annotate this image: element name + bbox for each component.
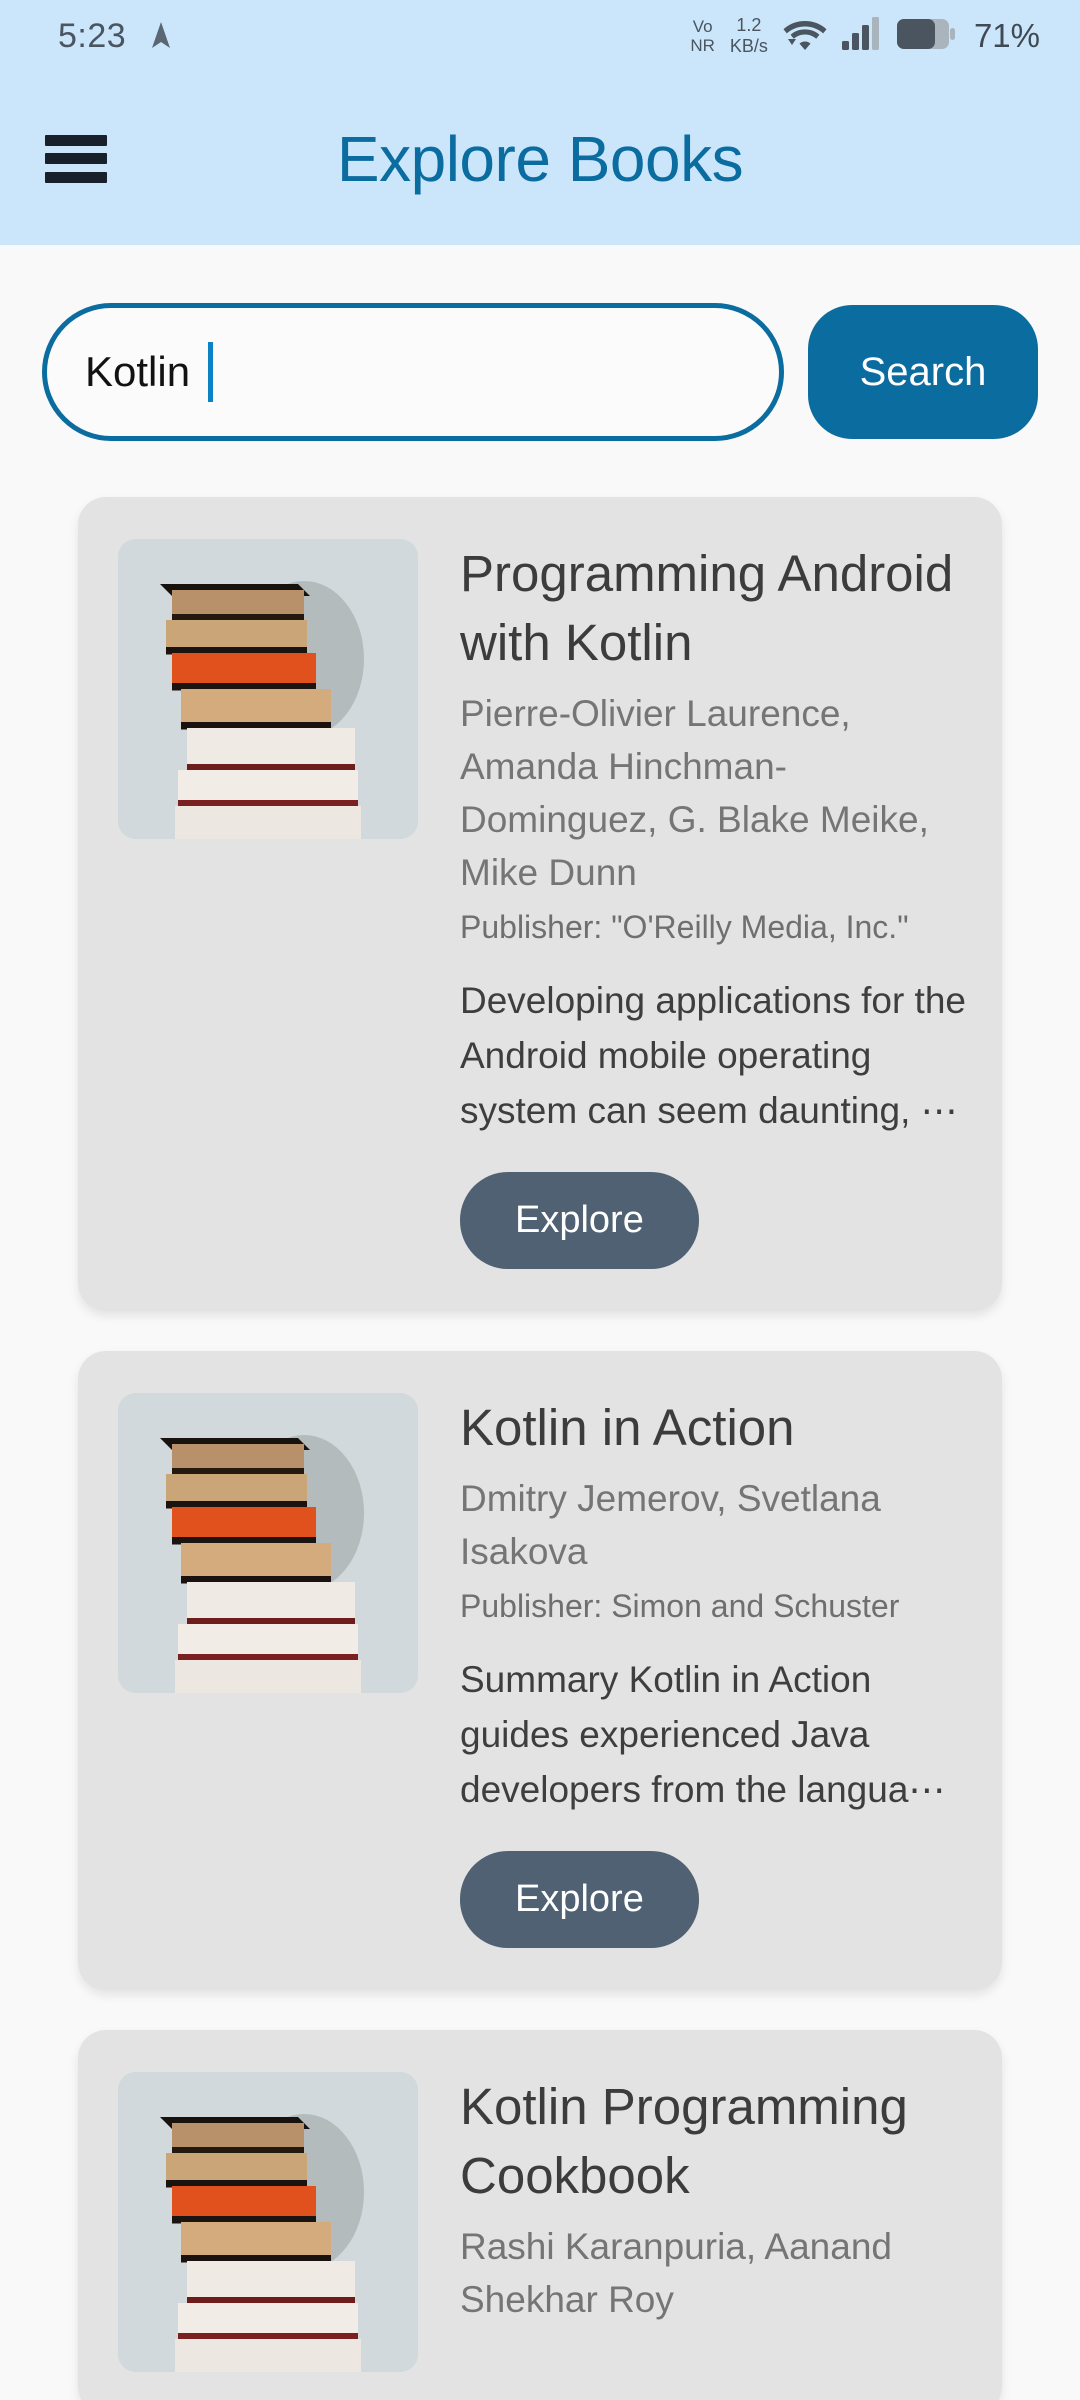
book-authors: Pierre-Olivier Laurence, Amanda Hinchman…: [460, 693, 929, 893]
search-row: Kotlin Search: [0, 245, 1080, 441]
book-title: Kotlin in Action: [460, 1399, 795, 1456]
book-publisher: Publisher: Simon and Schuster: [460, 1588, 900, 1624]
book-info: Kotlin Programming Cookbook Rashi Karanp…: [460, 2072, 1002, 2372]
book-description: Developing applications for the Android …: [460, 980, 966, 1131]
book-stack-image: [118, 2072, 418, 2372]
book-info: Kotlin in Action Dmitry Jemerov, Svetlan…: [460, 1393, 1002, 1948]
book-info: Programming Android with Kotlin Pierre-O…: [460, 539, 1002, 1269]
hamburger-menu-icon[interactable]: [45, 134, 107, 183]
search-button[interactable]: Search: [808, 305, 1038, 439]
cellular-signal-icon: [841, 17, 882, 55]
book-publisher: Publisher: "O'Reilly Media, Inc.": [460, 909, 909, 945]
battery-percent: 71%: [973, 17, 1040, 54]
data-rate-value: 1.2: [736, 15, 762, 35]
book-results-list: Programming Android with Kotlin Pierre-O…: [0, 441, 1080, 2400]
vonr-line1: Vo: [692, 17, 713, 36]
explore-button[interactable]: Explore: [460, 1851, 699, 1948]
book-authors: Rashi Karanpuria, Aanand Shekhar Roy: [460, 2226, 892, 2320]
hamburger-bar-2: [45, 153, 107, 164]
explore-button[interactable]: Explore: [460, 1172, 699, 1269]
page-title: Explore Books: [336, 122, 744, 195]
search-input-value: Kotlin: [85, 348, 191, 395]
data-rate-indicator: 1.2 KB/s: [730, 15, 768, 57]
battery-icon: [896, 18, 955, 54]
book-title: Programming Android with Kotlin: [460, 545, 954, 671]
status-bar-left: 5:23: [58, 17, 174, 56]
book-card[interactable]: Programming Android with Kotlin Pierre-O…: [78, 497, 1002, 1311]
app-bar: Explore Books: [0, 72, 1080, 245]
hamburger-bar-1: [45, 134, 107, 146]
book-stack-image: [118, 539, 418, 839]
wifi-icon: [783, 17, 827, 55]
book-description: Summary Kotlin in Action guides experien…: [460, 1659, 946, 1810]
hamburger-bar-3: [45, 171, 107, 183]
vonr-indicator: Vo NR: [690, 17, 715, 55]
status-bar: 5:23 Vo NR 1.2 KB/s 71%: [0, 0, 1080, 72]
vonr-line2: NR: [690, 36, 715, 55]
book-card[interactable]: Kotlin in Action Dmitry Jemerov, Svetlan…: [78, 1351, 1002, 1990]
book-authors: Dmitry Jemerov, Svetlana Isakova: [460, 1478, 881, 1572]
book-stack-image: [118, 1393, 418, 1693]
search-input[interactable]: Kotlin: [42, 303, 784, 441]
book-card[interactable]: Kotlin Programming Cookbook Rashi Karanp…: [78, 2030, 1002, 2400]
text-cursor: [208, 342, 214, 402]
navigation-arrow-icon: [148, 21, 174, 51]
data-rate-unit: KB/s: [729, 36, 768, 56]
status-bar-right: Vo NR 1.2 KB/s 71%: [690, 15, 1040, 57]
status-time: 5:23: [58, 16, 127, 55]
book-title: Kotlin Programming Cookbook: [460, 2078, 908, 2204]
